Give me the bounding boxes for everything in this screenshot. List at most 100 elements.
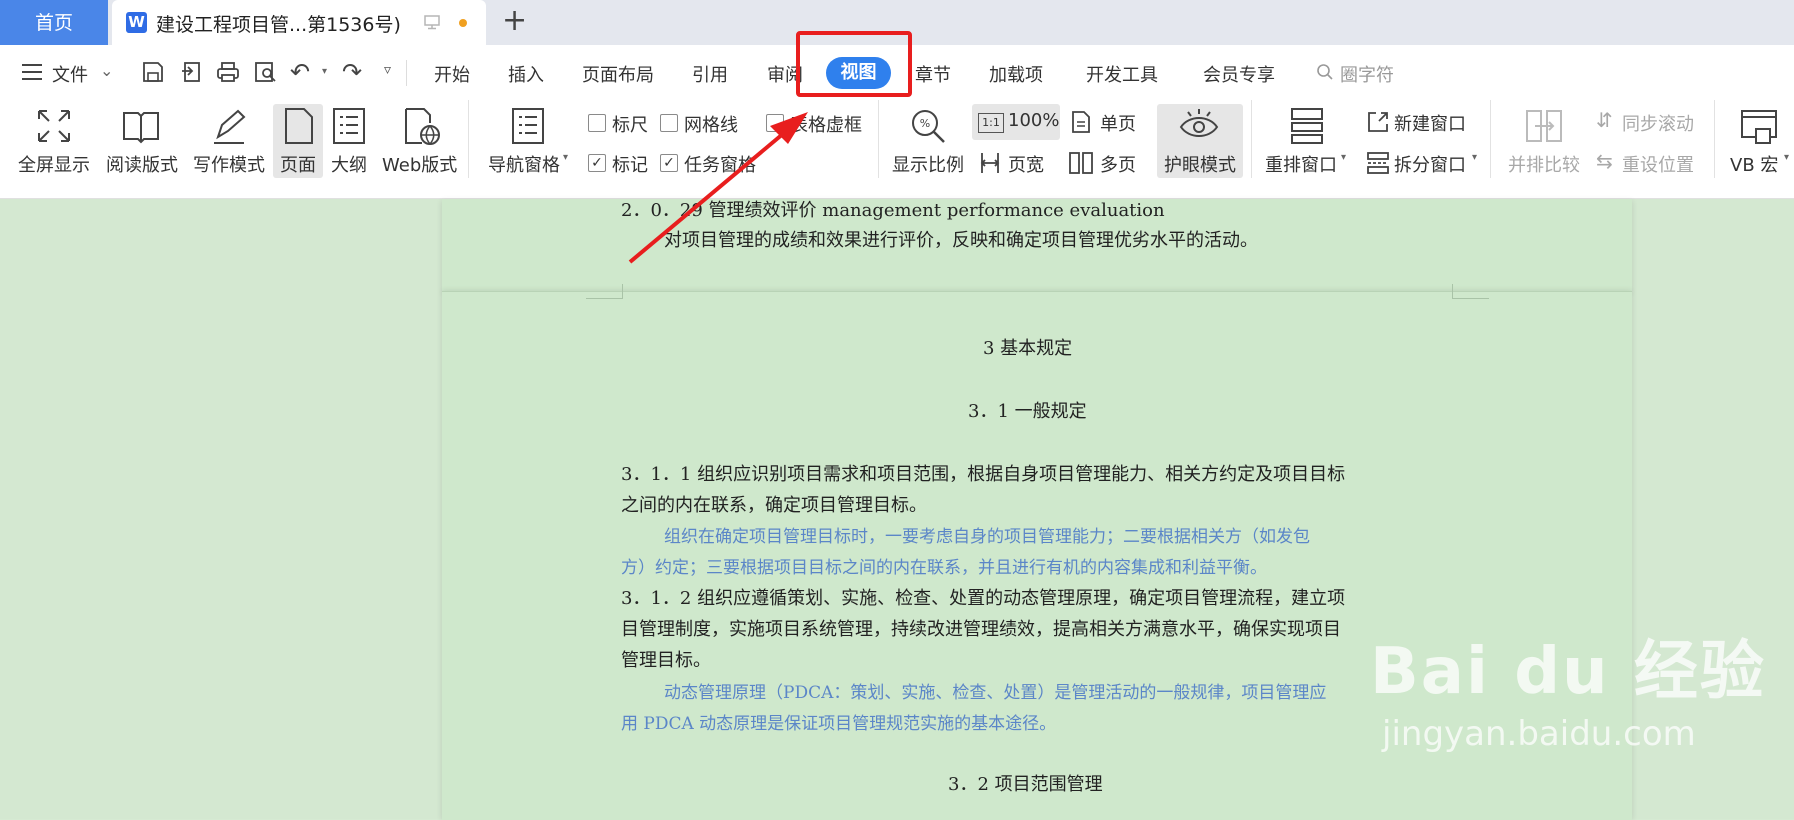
page-margin-corner [586,284,623,299]
pen-icon[interactable] [208,105,250,147]
actual-size-icon[interactable]: 1:1 [978,113,1004,133]
gridlines-checkbox[interactable] [660,114,678,132]
writing-mode-button[interactable]: 写作模式 [193,151,265,177]
page-width-icon[interactable] [978,151,1002,175]
clause-text: 3．1．1 组织应识别项目需求和项目范围，根据自身项目管理能力、相关方约定及项目… [621,464,1346,485]
unsaved-indicator [459,19,467,27]
tab-home[interactable]: 首页 [0,0,108,45]
marks-label: 标记 [612,155,648,176]
new-window-icon[interactable] [1366,110,1390,134]
clause-text: 之间的内在联系，确定项目管理目标。 [621,495,927,516]
rearrange-window-button[interactable]: 重排窗口 [1265,151,1337,177]
page-view-button[interactable]: 页面 [280,151,316,177]
sync-scroll-icon[interactable]: ⇵ [1596,108,1613,132]
zoom-button[interactable]: 显示比例 [892,151,964,177]
new-window-button[interactable]: 新建窗口 [1394,110,1466,136]
eye-icon[interactable] [1178,105,1220,147]
tab-insert[interactable]: 插入 [508,61,544,87]
separator [1251,100,1252,178]
side-by-side-icon[interactable] [1523,105,1565,147]
clause-text: 目管理制度，实施项目系统管理，持续改进管理绩效，提高相关方满意水平，确保实现项目 [621,619,1341,640]
annotation-highlight-box [796,31,912,97]
undo-dropdown-icon[interactable]: ▾ [322,66,327,77]
multi-page-button[interactable]: 多页 [1100,151,1136,177]
zoom-icon[interactable]: % [907,105,949,147]
navigation-pane-button[interactable]: 导航窗格 [488,151,560,177]
tab-document[interactable]: W 建设工程项目管...第1536号) [112,0,486,45]
separator [1490,100,1491,178]
ruler-label: 标尺 [612,115,648,136]
hamburger-icon[interactable] [22,63,44,81]
gridlines-label: 网格线 [684,115,738,136]
reset-position-icon[interactable]: ⇆ [1596,149,1613,173]
single-page-icon[interactable] [1070,110,1092,134]
separator [878,100,879,178]
split-window-icon[interactable] [1366,151,1390,175]
zoom-100-button[interactable]: 100% [1008,110,1059,131]
monitor-icon[interactable] [424,14,440,30]
reading-mode-button[interactable]: 阅读版式 [106,151,178,177]
navigation-pane-icon[interactable] [507,105,549,147]
vb-macro-icon[interactable] [1738,105,1780,147]
tab-start[interactable]: 开始 [434,61,470,87]
section-heading: 3．2 项目范围管理 [948,774,1103,795]
chevron-down-icon[interactable]: ⌄ [100,61,113,80]
writer-doc-icon: W [126,12,147,33]
baidu-watermark: Bai du 经验 jingyan.baidu.com [1370,620,1766,754]
outline-button[interactable]: 大纲 [331,151,367,177]
document-tab-title: 建设工程项目管...第1536号) [156,14,401,36]
tab-developer[interactable]: 开发工具 [1086,61,1158,87]
page-view-icon[interactable] [278,105,320,147]
new-tab-button[interactable]: + [502,6,527,36]
quick-access-more-icon[interactable]: ▿ [384,62,391,78]
redo-icon[interactable]: ↷ [342,58,362,86]
vb-macro-button[interactable]: VB 宏 [1730,151,1778,177]
undo-icon[interactable]: ↶ [290,58,310,86]
page-margin-corner [1452,284,1489,299]
page-width-button[interactable]: 页宽 [1008,151,1044,177]
web-layout-icon[interactable] [400,105,442,147]
separator [468,100,469,178]
sync-scroll-button[interactable]: 同步滚动 [1622,110,1694,136]
marks-checkbox[interactable]: ✓ [588,154,606,172]
baidu-jingyan-logo: Bai du 经验 [1370,635,1766,709]
tab-page-layout[interactable]: 页面布局 [582,61,654,87]
chevron-down-icon[interactable]: ▾ [563,152,568,163]
term-definition: 对项目管理的成绩和效果进行评价，反映和确定项目管理优劣水平的活动。 [664,230,1258,251]
print-preview-icon[interactable] [254,61,278,83]
chevron-down-icon[interactable]: ▾ [1472,152,1477,163]
web-layout-button[interactable]: Web版式 [382,151,457,177]
task-pane-label: 任务窗格 [684,155,756,176]
watermark-url: jingyan.baidu.com [1382,714,1696,754]
table-gridlines-label: 表格虚框 [790,115,862,136]
side-by-side-button[interactable]: 并排比较 [1508,151,1580,177]
tab-chapter[interactable]: 章节 [915,61,951,87]
outline-icon[interactable] [328,105,370,147]
split-window-button[interactable]: 拆分窗口 [1394,151,1466,177]
reset-position-button[interactable]: 重设位置 [1622,151,1694,177]
chevron-down-icon[interactable]: ▾ [1341,152,1346,163]
fullscreen-button[interactable]: 全屏显示 [18,151,90,177]
export-icon[interactable] [180,61,202,83]
tab-member[interactable]: 会员专享 [1203,61,1275,87]
multi-page-icon[interactable] [1068,151,1094,175]
eye-mode-button[interactable]: 护眼模式 [1164,151,1236,177]
ruler-checkbox[interactable] [588,114,606,132]
search-icon[interactable] [1316,63,1334,81]
reading-mode-icon[interactable] [120,105,162,147]
task-pane-checkbox[interactable]: ✓ [660,154,678,172]
tab-references[interactable]: 引用 [692,61,728,87]
print-icon[interactable] [216,61,240,83]
clause-note: 方）约定；三要根据项目目标之间的内在联系，并且进行有机的内容集成和利益平衡。 [621,558,1267,578]
fullscreen-icon[interactable] [33,105,75,147]
clause-note: 组织在确定项目管理目标时，一要考虑自身的项目管理能力；二要根据相关方（如发包 [664,527,1310,547]
menu-file[interactable]: 文件 [52,61,88,87]
clause-text: 管理目标。 [621,650,711,671]
single-page-button[interactable]: 单页 [1100,110,1136,136]
chevron-down-icon[interactable]: ▾ [1784,152,1789,163]
search-box[interactable]: 圈字符 [1340,61,1394,87]
save-icon[interactable] [142,61,164,83]
table-gridlines-checkbox[interactable] [766,114,784,132]
tab-addins[interactable]: 加载项 [989,61,1043,87]
rearrange-window-icon[interactable] [1286,105,1328,147]
